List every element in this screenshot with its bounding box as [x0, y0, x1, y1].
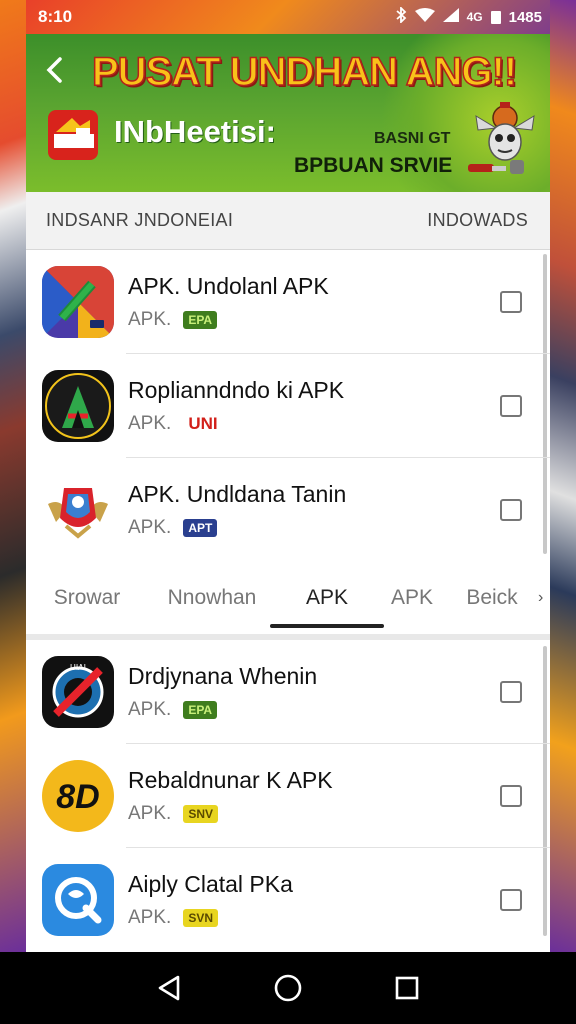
download-checkbox[interactable]	[500, 499, 522, 521]
item-text: APK. Undldana Tanin APK. APT	[128, 481, 500, 539]
app-badge: SVN	[183, 909, 218, 927]
list-header-action[interactable]: INDOWADS	[427, 210, 528, 231]
mascot-robot-icon	[466, 96, 544, 180]
status-time: 8:10	[38, 7, 73, 26]
item-text: Rebaldnunar K APK APK. SNV	[128, 767, 500, 825]
app-type-label: APK.	[128, 413, 172, 434]
tab-apk-active[interactable]: APK	[270, 586, 384, 628]
item-text: Drdjynana Whenin APK. EPA	[128, 663, 500, 721]
no-symbol-icon: UIAI	[42, 656, 114, 728]
banner-brand-text: INbHeetisi:	[114, 114, 276, 149]
app-type-label: APK.	[128, 517, 172, 538]
download-checkbox[interactable]	[500, 681, 522, 703]
list-header-title: INDSANR JNDONEIAI	[46, 210, 234, 230]
svg-text:8D: 8D	[56, 778, 99, 816]
list-item[interactable]: Aiply Clatal PKa APK. SVN	[26, 848, 550, 952]
app-list-top: APK. Undolanl APK APK. EPA Roplianndndo …	[26, 250, 550, 562]
chevron-left-icon	[46, 57, 62, 83]
tab-apk[interactable]: APK	[372, 586, 452, 610]
back-button[interactable]	[44, 56, 74, 86]
download-checkbox[interactable]	[500, 291, 522, 313]
list-item[interactable]: Roplianndndo ki APK APK. UNI	[26, 354, 550, 458]
background-right-edge	[550, 0, 576, 952]
app-type-label: APK.	[128, 699, 172, 720]
letter-a-icon	[42, 370, 114, 442]
list-item[interactable]: 8D Rebaldnunar K APK APK. SNV	[26, 744, 550, 848]
app-type-label: APK.	[128, 803, 172, 824]
download-checkbox[interactable]	[500, 395, 522, 417]
banner-small-text: BASNI GT	[374, 130, 451, 147]
app-name: APK. Undldana Tanin	[128, 481, 347, 507]
tab-srowar[interactable]: Srowar	[32, 586, 142, 610]
app-badge: UNI	[183, 415, 223, 433]
app-name: Drdjynana Whenin	[128, 663, 318, 689]
tab-beick[interactable]: Beick	[452, 586, 532, 610]
svg-text:UIAI: UIAI	[70, 663, 86, 672]
background-left-edge	[0, 0, 26, 952]
app-badge: SNV	[183, 805, 218, 823]
brand-logo-icon	[46, 108, 100, 162]
item-text: Aiply Clatal PKa APK. SVN	[128, 871, 500, 929]
list-header: INDSANR JNDONEIAI INDOWADS	[26, 192, 550, 250]
chevron-right-icon[interactable]: ›	[538, 589, 543, 607]
app-name: Roplianndndo ki APK	[128, 377, 345, 403]
download-checkbox[interactable]	[500, 889, 522, 911]
app-name: Rebaldnunar K APK	[128, 767, 333, 793]
category-tabs: Srowar Nnowhan APK APK Beick ›	[26, 562, 550, 640]
app-badge: APT	[183, 519, 218, 537]
status-bar: 8:10 4G 1485	[0, 0, 576, 34]
status-icons: 4G 1485	[395, 5, 542, 27]
battery-icon	[490, 10, 501, 24]
item-text: Roplianndndo ki APK APK. UNI	[128, 377, 500, 435]
tab-nnowhan[interactable]: Nnowhan	[142, 586, 282, 610]
banner-title: PUSAT UNDHAN ANG!!	[91, 49, 518, 95]
app-name: Aiply Clatal PKa	[128, 871, 293, 897]
garuda-emblem-icon	[42, 474, 114, 546]
home-nav-icon[interactable]	[271, 971, 305, 1005]
bluetooth-icon	[395, 5, 407, 27]
status-battery-text: 1485	[508, 8, 542, 26]
main-card: PUSAT UNDHAN ANG!! INbHeetisi: BASNI GT …	[26, 34, 550, 952]
app-badge: EPA	[183, 311, 218, 329]
list-item[interactable]: APK. Undolanl APK APK. EPA	[26, 250, 550, 354]
recents-nav-icon[interactable]	[390, 971, 424, 1005]
app-type-label: APK.	[128, 907, 172, 928]
app-name: APK. Undolanl APK	[128, 273, 329, 299]
navigation-bar	[0, 952, 576, 1024]
download-checkbox[interactable]	[500, 785, 522, 807]
back-nav-icon[interactable]	[152, 971, 186, 1005]
app-badge: EPA	[183, 701, 218, 719]
banner-service-text: BPBUAN SRVIE	[294, 154, 453, 177]
letter-d-icon: 8D	[42, 760, 114, 832]
network-type: 4G	[466, 10, 483, 24]
search-circle-icon	[42, 864, 114, 936]
list-item[interactable]: UIAI Drdjynana Whenin APK. EPA	[26, 640, 550, 744]
wifi-icon	[414, 8, 435, 26]
app-type-label: APK.	[128, 309, 172, 330]
app-list-bottom: UIAI Drdjynana Whenin APK. EPA 8D Rebald…	[26, 640, 550, 952]
signal-icon	[442, 8, 459, 26]
header-banner: PUSAT UNDHAN ANG!! INbHeetisi: BASNI GT …	[26, 34, 550, 192]
item-text: APK. Undolanl APK APK. EPA	[128, 273, 500, 331]
pencil-square-icon	[42, 266, 114, 338]
list-item[interactable]: APK. Undldana Tanin APK. APT	[26, 458, 550, 562]
